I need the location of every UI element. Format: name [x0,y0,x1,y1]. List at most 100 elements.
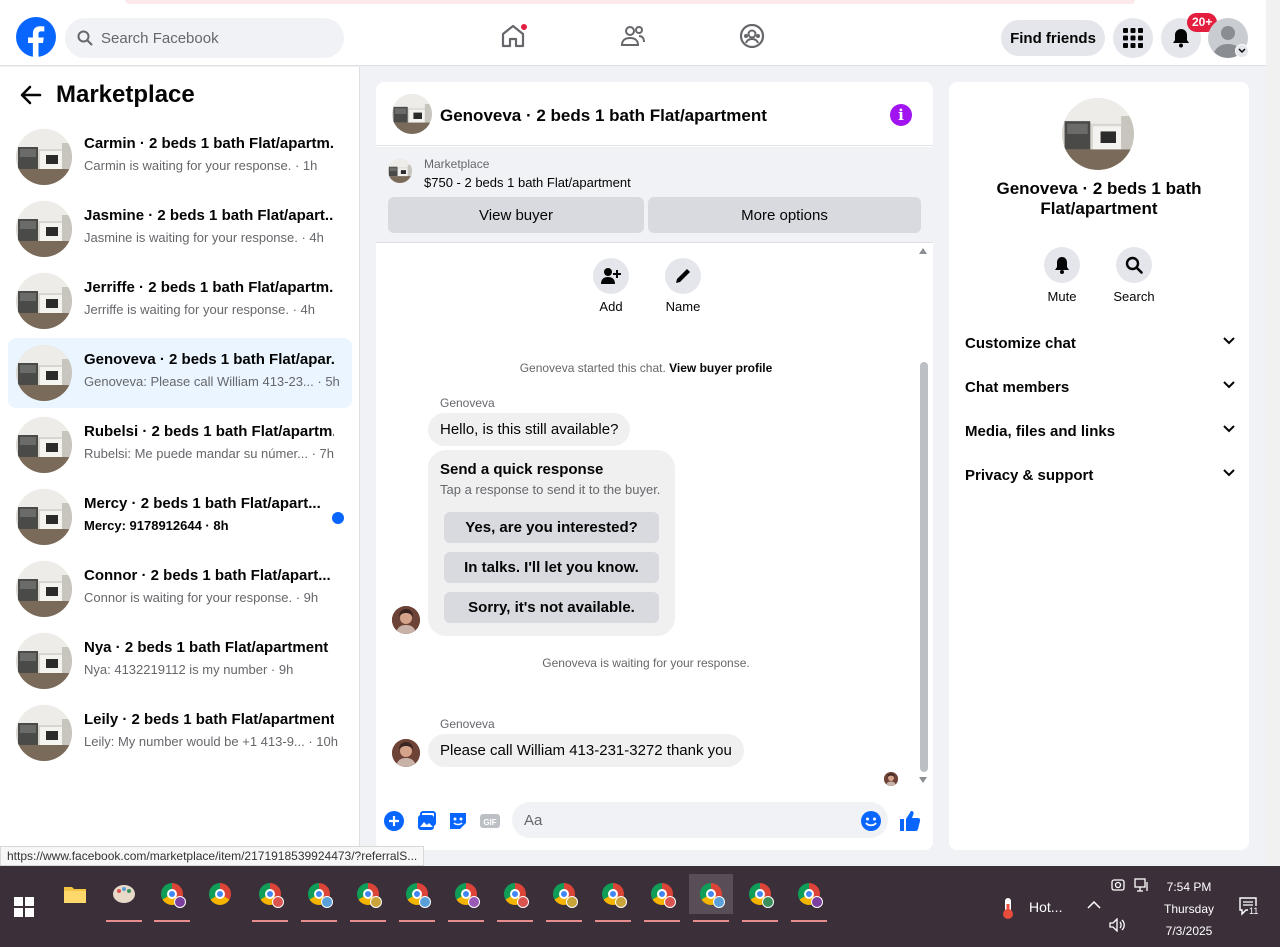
bell-icon [1055,257,1069,274]
chrome-browser-icon[interactable] [542,874,586,922]
mute-action[interactable]: Mute [1037,247,1087,304]
quick-response-title: Send a quick response [440,461,604,478]
photo-icon[interactable] [414,809,438,833]
weather-text[interactable]: Hot... [1029,899,1062,915]
media-files-links-section[interactable]: Media, files and links [957,410,1241,454]
chrome-browser-icon[interactable] [198,874,242,914]
message-bubble[interactable]: Hello, is this still available? [428,413,631,446]
conversation-list-item[interactable]: Genoveva · 2 beds 1 bath Flat/apar... Gen… [8,338,352,408]
quick-reply-button[interactable]: Sorry, it's not available. [444,592,659,623]
volume-icon[interactable] [1109,918,1127,932]
chat-scrollbar-thumb[interactable] [920,362,928,772]
back-arrow-icon[interactable] [20,85,42,105]
conversation-preview: Mercy: 9178912644 · 8h [84,518,229,533]
account-chevron-icon[interactable] [1235,44,1249,58]
chrome-browser-icon[interactable] [493,874,537,922]
chrome-browser-icon[interactable] [591,874,635,922]
chat-title[interactable]: Genoveva · 2 beds 1 bath Flat/apartment [440,106,767,126]
thumbs-up-icon[interactable] [898,809,922,833]
conversation-list-item[interactable]: Nya · 2 beds 1 bath Flat/apartment Nya: 4… [8,626,352,696]
top-navigation: Find friends 20+ [0,0,1266,66]
search-input[interactable] [101,29,321,47]
listing-large-thumbnail[interactable] [1062,98,1134,170]
conversation-list-item[interactable]: Leily · 2 beds 1 bath Flat/apartment Leil… [8,698,352,768]
listing-thumbnail [16,129,72,185]
more-options-button[interactable]: More options [648,197,921,233]
conversation-title: Rubelsi · 2 beds 1 bath Flat/apartm... [84,423,334,440]
chrome-browser-icon[interactable] [738,874,782,922]
weather-thermometer-icon[interactable] [998,896,1018,920]
chevron-down-icon [1223,381,1235,389]
menu-button[interactable] [1113,18,1153,58]
view-buyer-button[interactable]: View buyer [388,197,644,233]
action-center-icon[interactable]: 11 [1238,896,1260,921]
facebook-logo-icon[interactable] [16,17,56,57]
customize-chat-section[interactable]: Customize chat [957,322,1241,366]
emoji-icon[interactable] [859,809,883,833]
search-bar[interactable] [65,18,344,58]
add-person-icon [601,268,621,284]
chrome-browser-icon[interactable] [444,874,488,922]
chrome-browser-icon[interactable] [640,874,684,922]
info-icon[interactable]: i [890,104,912,126]
plus-circle-icon[interactable] [382,809,406,833]
clock-date: 7/3/2025 [1165,924,1213,938]
chrome-browser-icon[interactable] [395,874,439,922]
conversation-title: Jerriffe · 2 beds 1 bath Flat/apartm... [84,279,334,296]
pencil-icon [676,269,690,283]
listing-thumbnail[interactable] [392,94,432,134]
windows-start-icon[interactable] [14,897,34,917]
find-friends-button[interactable]: Find friends [1001,20,1105,56]
add-people-action[interactable]: Add [586,258,636,314]
page-scrollbar[interactable] [1266,0,1280,866]
system-clock[interactable]: 7:54 PM Thursday 7/3/2025 [1158,876,1220,942]
chrome-browser-icon[interactable] [689,874,733,922]
conversation-list-item[interactable]: Connor · 2 beds 1 bath Flat/apart... Conn… [8,554,352,624]
gif-icon[interactable]: GIF [478,809,502,833]
chat-members-section[interactable]: Chat members [957,366,1241,410]
conversation-title: Genoveva · 2 beds 1 bath Flat/apar... [84,351,334,368]
chevron-down-icon [1223,425,1235,433]
chrome-browser-icon[interactable] [248,874,292,922]
privacy-support-section[interactable]: Privacy & support [957,454,1241,498]
search-in-chat-action[interactable]: Search [1109,247,1159,304]
sender-avatar[interactable] [392,606,420,634]
conversation-list-item[interactable]: Mercy · 2 beds 1 bath Flat/apart... Mercy… [8,482,352,552]
conversation-list-item[interactable]: Carmin · 2 beds 1 bath Flat/apartm... Car… [8,122,352,192]
marketplace-inbox-sidebar: Marketplace Carmin · 2 beds 1 bath Flat/… [0,67,360,866]
message-bubble[interactable]: Please call William 413-231-3272 thank y… [428,734,744,767]
listing-mini-thumbnail [388,159,412,183]
conversation-list-item[interactable]: Jasmine · 2 beds 1 bath Flat/apart... Jas… [8,194,352,264]
conversation-preview: Jasmine is waiting for your response. · … [84,230,324,245]
tray-chevron-up-icon[interactable] [1087,901,1101,909]
conversation-preview: Genoveva: Please call William 413-23... … [84,374,340,389]
sticker-icon[interactable] [446,809,470,833]
file-explorer-icon[interactable] [53,874,97,914]
friends-icon[interactable] [619,22,647,50]
groups-icon[interactable] [738,22,766,50]
sender-avatar[interactable] [392,739,420,767]
clock-time: 7:54 PM [1166,880,1212,894]
scroll-up-icon[interactable] [919,248,927,254]
section-title: Chat members [965,379,1070,396]
chrome-browser-icon[interactable] [297,874,341,922]
conversation-list-item[interactable]: Rubelsi · 2 beds 1 bath Flat/apartm... Ru… [8,410,352,480]
network-icon[interactable] [1134,878,1150,892]
quick-reply-button[interactable]: In talks. I'll let you know. [444,552,659,583]
paint-app-icon[interactable] [102,874,146,922]
conversation-title: Mercy · 2 beds 1 bath Flat/apart... [84,495,321,512]
conversation-preview: Leily: My number would be +1 413-9... · … [84,734,339,749]
scroll-down-icon[interactable] [919,777,927,783]
name-chat-action[interactable]: Name [658,258,708,314]
chrome-browser-icon[interactable] [150,874,194,922]
conversation-list-item[interactable]: Jerriffe · 2 beds 1 bath Flat/apartm... J… [8,266,352,336]
quick-reply-button[interactable]: Yes, are you interested? [444,512,659,543]
camera-tray-icon[interactable] [1111,878,1125,892]
notification-count: 11 [1248,906,1260,916]
conversation-preview: Rubelsi: Me puede mandar su númer... · 7… [84,446,335,461]
message-input[interactable] [512,802,888,838]
view-buyer-profile-link[interactable]: View buyer profile [669,361,772,375]
quick-response-card: Send a quick response Tap a response to … [428,450,675,636]
chrome-browser-icon[interactable] [787,874,831,922]
chrome-browser-icon[interactable] [346,874,390,922]
